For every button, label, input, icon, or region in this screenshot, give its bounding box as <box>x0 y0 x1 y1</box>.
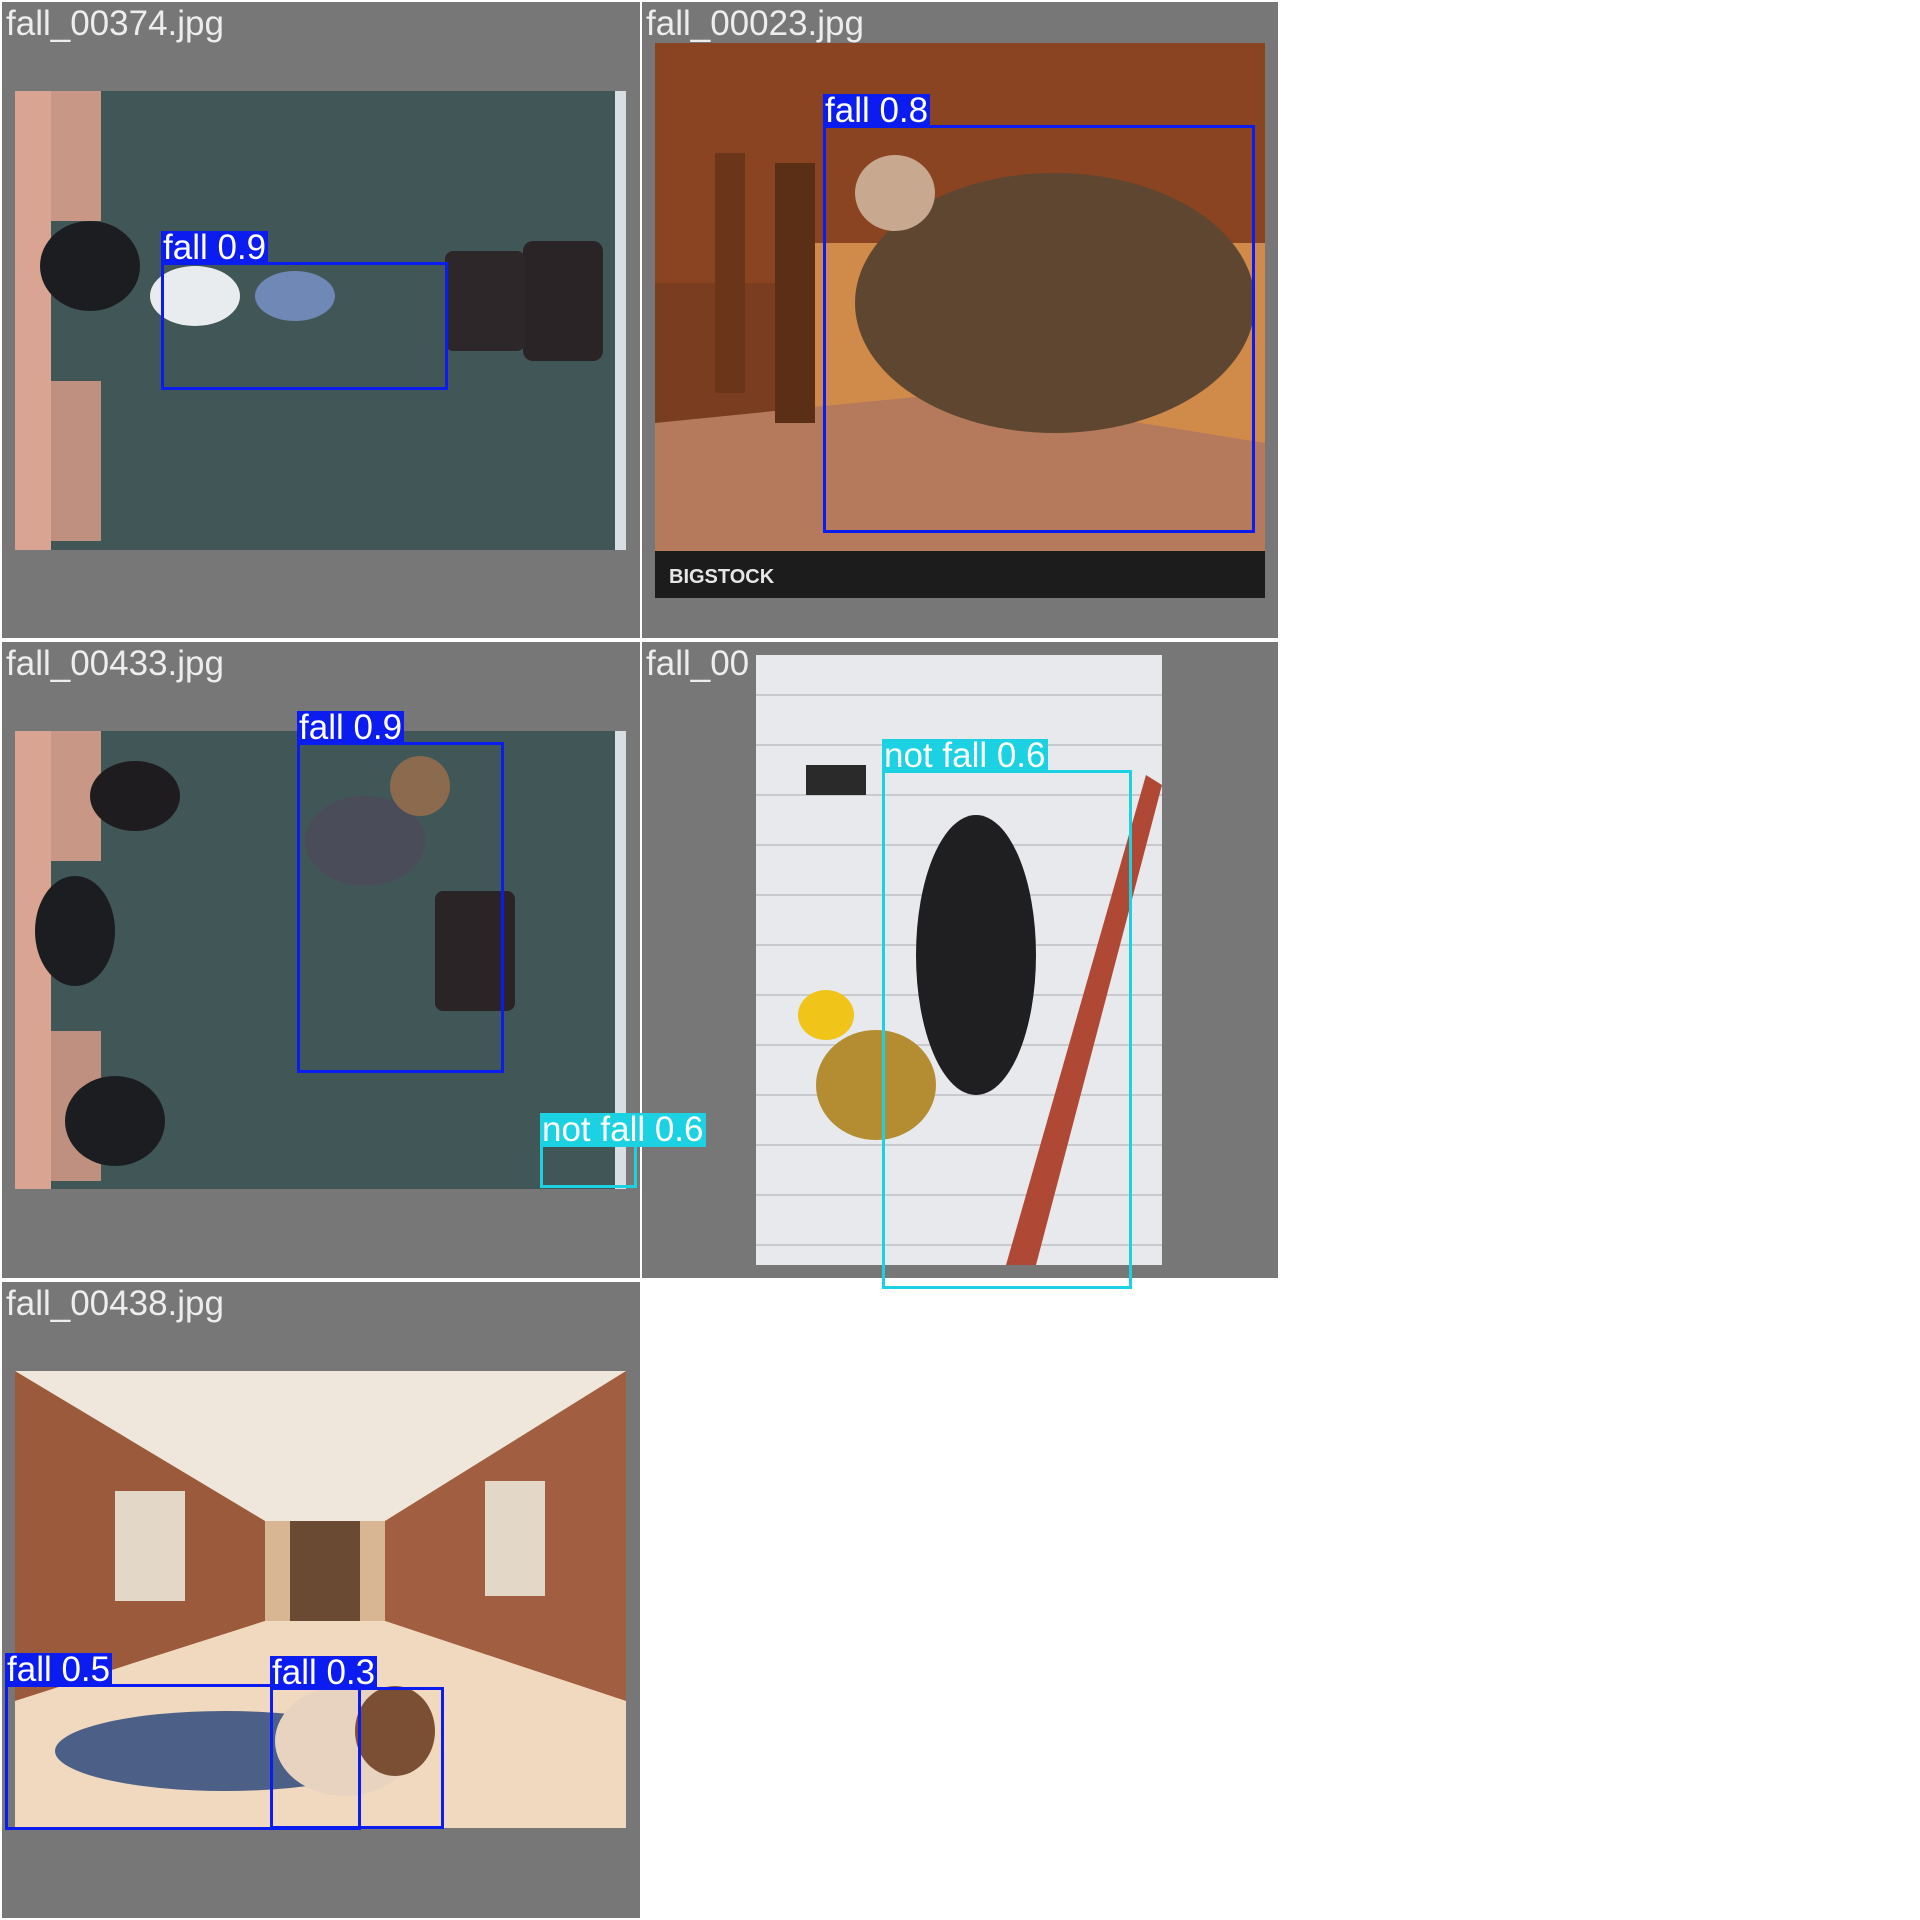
detection-box-fall: fall 0.9 <box>161 230 448 390</box>
tile-filename: fall_00 <box>646 644 750 683</box>
tile-filename: fall_00433.jpg <box>6 644 224 683</box>
detection-label: not fall 0.6 <box>540 1110 706 1149</box>
tile-filename: fall_00374.jpg <box>6 4 224 43</box>
tile-1: fall_00374.jpg fall 0.9 <box>2 2 640 638</box>
detection-label: fall 0.3 <box>270 1653 378 1692</box>
tile-filename: fall_00023.jpg <box>646 4 864 43</box>
detection-box-fall: fall 0.9 <box>297 710 504 1073</box>
tile-3: fall_00433.jpg fall 0.9 not fall 0.6 <box>2 642 706 1278</box>
watermark-logo: BIGSTOCK <box>669 566 775 588</box>
detection-label: fall 0.5 <box>5 1650 113 1689</box>
detection-box-fall: fall 0.3 <box>270 1655 444 1829</box>
tile-filename: fall_00438.jpg <box>6 1284 224 1323</box>
detection-label: fall 0.8 <box>823 91 931 130</box>
detection-box-not-fall: not fall 0.6 <box>882 738 1132 1289</box>
tile-5: fall_00438.jpg fall 0.5 fall 0.3 <box>2 1282 640 1918</box>
detection-label: fall 0.9 <box>161 228 269 267</box>
tile-4: fall_00 not fall 0.6 <box>642 642 1278 1289</box>
detection-label: fall 0.9 <box>297 708 405 747</box>
detection-label: not fall 0.6 <box>882 736 1048 775</box>
detection-box-not-fall: not fall 0.6 <box>540 1112 706 1188</box>
detection-box-fall: fall 0.8 <box>823 93 1255 533</box>
tile-2: fall_00023.jpg BIGSTOCK fall 0.8 <box>642 2 1278 638</box>
